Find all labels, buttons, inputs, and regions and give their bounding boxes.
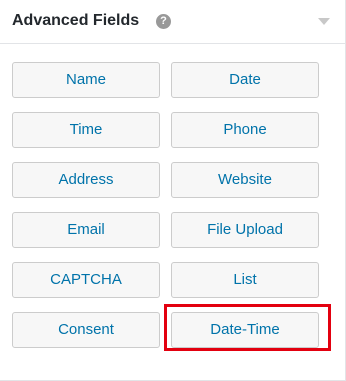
- field-button-name[interactable]: Name: [12, 62, 160, 98]
- advanced-fields-panel: Advanced Fields ? Name Date Time Phone A…: [0, 0, 346, 381]
- field-button-email[interactable]: Email: [12, 212, 160, 248]
- field-button-file-upload[interactable]: File Upload: [171, 212, 319, 248]
- field-button-captcha[interactable]: CAPTCHA: [12, 262, 160, 298]
- question-circle-icon[interactable]: ?: [156, 14, 171, 29]
- field-button-phone[interactable]: Phone: [171, 112, 319, 148]
- field-button-time[interactable]: Time: [12, 112, 160, 148]
- panel-title: Advanced Fields: [12, 12, 140, 29]
- field-button-consent[interactable]: Consent: [12, 312, 160, 348]
- triangle-down-icon[interactable]: [318, 18, 330, 25]
- field-button-date-time[interactable]: Date-Time: [171, 312, 319, 348]
- field-button-website[interactable]: Website: [171, 162, 319, 198]
- panel-header[interactable]: Advanced Fields ?: [0, 0, 345, 44]
- field-button-list[interactable]: List: [171, 262, 319, 298]
- field-button-address[interactable]: Address: [12, 162, 160, 198]
- field-button-date[interactable]: Date: [171, 62, 319, 98]
